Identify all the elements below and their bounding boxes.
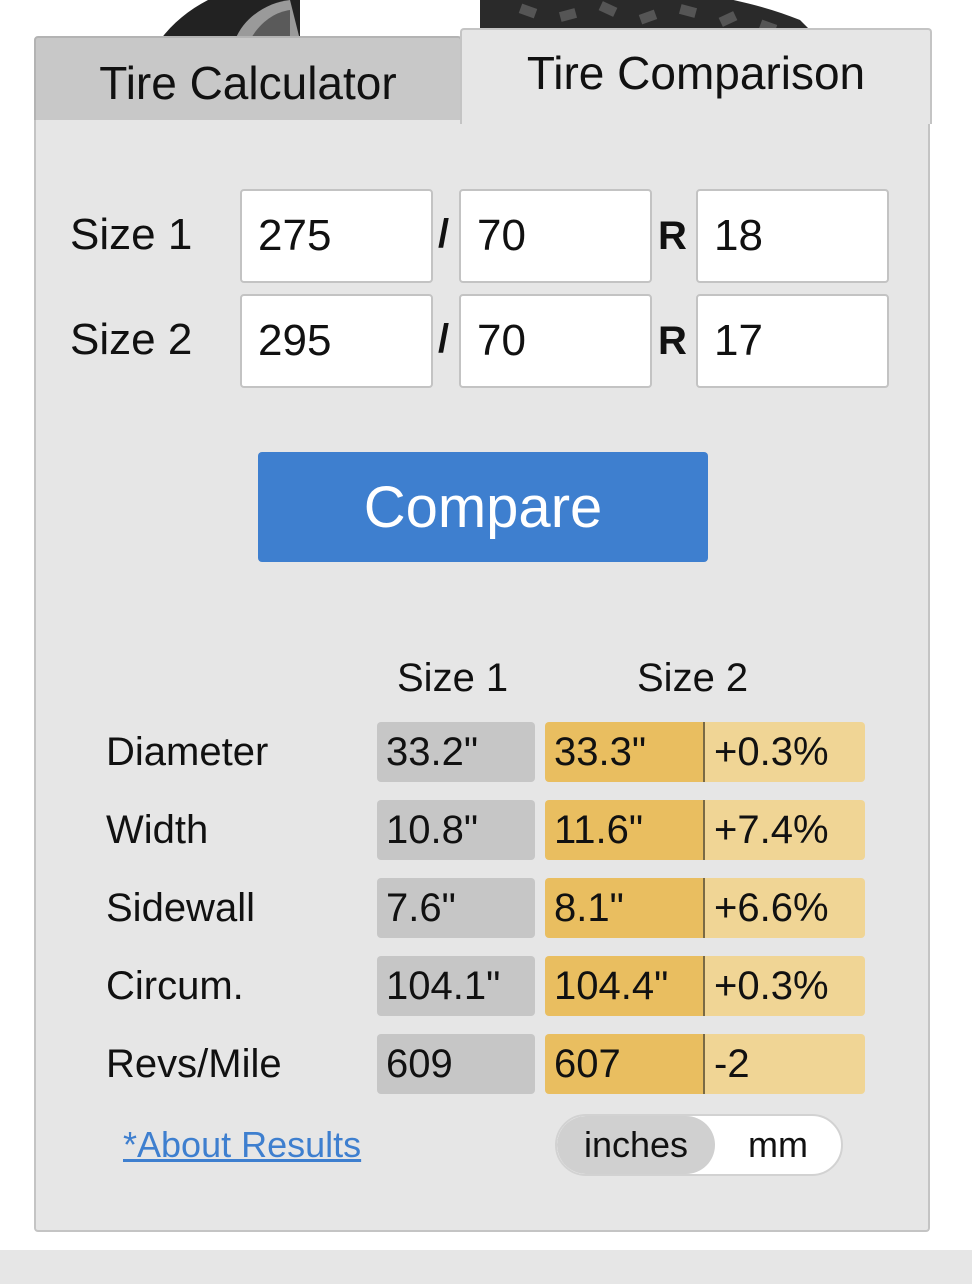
revs-size2-value: 607 xyxy=(545,1034,705,1094)
about-results-link[interactable]: *About Results xyxy=(123,1124,361,1166)
diameter-size1-value: 33.2" xyxy=(377,722,535,782)
compare-button[interactable]: Compare xyxy=(258,452,708,562)
revs-size1-value: 609 xyxy=(377,1034,535,1094)
size1-width-input[interactable] xyxy=(240,189,433,283)
diameter-size2-value: 33.3" xyxy=(545,722,705,782)
circumference-size2-value: 104.4" xyxy=(545,956,705,1016)
page-footer-strip xyxy=(0,1250,972,1284)
tab-tire-calculator[interactable]: Tire Calculator xyxy=(34,36,462,122)
width-size2-value: 11.6" xyxy=(545,800,705,860)
size1-rim-input[interactable] xyxy=(696,189,889,283)
unit-inches-option[interactable]: inches xyxy=(557,1116,715,1174)
size2-width-input[interactable] xyxy=(240,294,433,388)
size1-slash: / xyxy=(438,212,450,256)
size1-label: Size 1 xyxy=(70,210,193,259)
size2-slash: / xyxy=(438,317,450,361)
size1-construction-label: R xyxy=(658,214,687,258)
result-label-sidewall: Sidewall xyxy=(106,886,255,930)
revs-diff-value: -2 xyxy=(705,1034,865,1094)
circumference-diff-value: +0.3% xyxy=(705,956,865,1016)
results-header-size1: Size 1 xyxy=(397,656,509,700)
sidewall-size1-value: 7.6" xyxy=(377,878,535,938)
result-label-width: Width xyxy=(106,808,209,852)
result-label-revs-per-mile: Revs/Mile xyxy=(106,1042,282,1086)
sidewall-diff-value: +6.6% xyxy=(705,878,865,938)
result-label-circumference: Circum. xyxy=(106,964,244,1008)
width-size1-value: 10.8" xyxy=(377,800,535,860)
diameter-diff-value: +0.3% xyxy=(705,722,865,782)
size2-rim-input[interactable] xyxy=(696,294,889,388)
size1-aspect-input[interactable] xyxy=(459,189,652,283)
unit-toggle: inches mm xyxy=(555,1114,843,1176)
circumference-size1-value: 104.1" xyxy=(377,956,535,1016)
sidewall-size2-value: 8.1" xyxy=(545,878,705,938)
tab-tire-calculator-label: Tire Calculator xyxy=(99,57,397,109)
unit-mm-option[interactable]: mm xyxy=(715,1116,841,1174)
tab-tire-comparison[interactable]: Tire Comparison xyxy=(460,28,932,124)
tab-tire-comparison-label: Tire Comparison xyxy=(526,47,866,99)
size2-construction-label: R xyxy=(658,319,687,363)
size2-label: Size 2 xyxy=(70,315,193,364)
size2-aspect-input[interactable] xyxy=(459,294,652,388)
width-diff-value: +7.4% xyxy=(705,800,865,860)
result-label-diameter: Diameter xyxy=(106,730,269,774)
results-header-size2: Size 2 xyxy=(637,656,749,700)
